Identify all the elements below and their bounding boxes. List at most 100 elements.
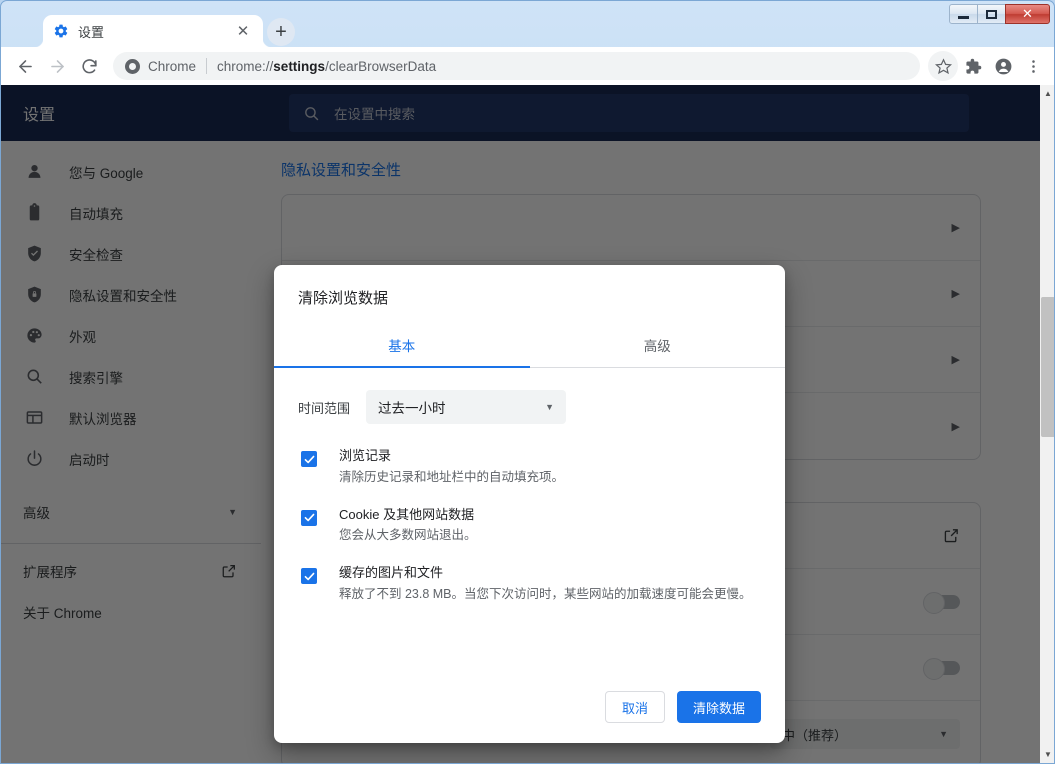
sidebar-item-safety-check[interactable]: 安全检查 xyxy=(1,233,261,274)
table-row[interactable]: ▶ xyxy=(282,195,980,261)
shield-lock-icon xyxy=(23,284,45,306)
profile-avatar-icon xyxy=(994,57,1013,76)
dialog-footer: 取消 清除数据 xyxy=(274,691,785,743)
profile-button[interactable] xyxy=(988,51,1018,81)
sidebar-item-on-startup[interactable]: 启动时 xyxy=(1,438,261,479)
more-menu-button[interactable] xyxy=(1018,51,1048,81)
active-tab-indicator xyxy=(274,366,530,368)
chevron-down-icon: ▼ xyxy=(545,402,554,412)
sidebar-item-label: 扩展程序 xyxy=(23,561,221,581)
page-title: 设置 xyxy=(1,101,261,125)
sidebar-item-about-chrome[interactable]: 关于 Chrome xyxy=(1,591,261,632)
chevron-right-icon: ▶ xyxy=(952,287,960,300)
settings-sidebar: 您与 Google 自动填充 安全检查 隐私设置和安全性 xyxy=(1,141,261,763)
checkbox-cookies[interactable]: Cookie 及其他网站数据 您会从大多数网站退出。 xyxy=(298,505,761,546)
extensions-button[interactable] xyxy=(958,51,988,81)
power-icon xyxy=(23,448,45,470)
sidebar-item-autofill[interactable]: 自动填充 xyxy=(1,192,261,233)
window-controls: ✕ xyxy=(950,3,1050,25)
chevron-down-icon: ▼ xyxy=(228,507,237,517)
search-input[interactable]: 在设置中搜索 xyxy=(334,103,415,123)
sidebar-item-label: 外观 xyxy=(69,326,96,346)
bookmark-star-button[interactable] xyxy=(928,51,958,81)
sidebar-item-label: 安全检查 xyxy=(69,244,123,264)
scroll-up-button[interactable]: ▲ xyxy=(1040,85,1055,102)
sidebar-item-label: 搜索引擎 xyxy=(69,367,123,387)
back-button[interactable] xyxy=(9,50,41,82)
checkbox-sublabel: 清除历史记录和地址栏中的自动填充项。 xyxy=(339,467,564,487)
new-tab-button[interactable]: + xyxy=(267,18,295,46)
sidebar-item-privacy-security[interactable]: 隐私设置和安全性 xyxy=(1,274,261,315)
chevron-right-icon: ▶ xyxy=(952,353,960,366)
checkbox-browsing-history[interactable]: 浏览记录 清除历史记录和地址栏中的自动填充项。 xyxy=(298,446,761,487)
chevron-down-icon: ▼ xyxy=(939,729,948,739)
chevron-right-icon: ▶ xyxy=(952,221,960,234)
star-icon xyxy=(935,58,952,75)
scroll-down-button[interactable]: ▼ xyxy=(1040,746,1055,763)
reload-button[interactable] xyxy=(73,50,105,82)
maximize-button[interactable] xyxy=(977,4,1006,24)
sidebar-item-label: 关于 Chrome xyxy=(23,602,237,622)
clear-browsing-data-dialog: 清除浏览数据 基本 高级 时间范围 过去一小时 ▼ xyxy=(274,265,785,743)
close-window-button[interactable]: ✕ xyxy=(1005,4,1050,24)
cancel-button[interactable]: 取消 xyxy=(605,691,665,723)
minimize-button[interactable] xyxy=(949,4,978,24)
url-bold-part: settings xyxy=(273,59,325,74)
toggle-switch[interactable] xyxy=(926,595,960,609)
external-link-icon[interactable] xyxy=(943,527,960,544)
checkbox-cached-files[interactable]: 缓存的图片和文件 释放了不到 23.8 MB。当您下次访问时，某些网站的加载速度… xyxy=(298,563,761,604)
browser-window-icon xyxy=(23,407,45,429)
sidebar-item-you-and-google[interactable]: 您与 Google xyxy=(1,151,261,192)
scrollbar-thumb[interactable] xyxy=(1041,297,1055,437)
sidebar-item-label: 默认浏览器 xyxy=(69,408,137,428)
checkbox-label: Cookie 及其他网站数据 xyxy=(339,505,477,525)
sidebar-item-search-engine[interactable]: 搜索引擎 xyxy=(1,356,261,397)
checkbox-checked-icon[interactable] xyxy=(301,510,317,526)
chrome-badge: Chrome xyxy=(125,59,196,74)
font-size-select[interactable]: 中（推荐） ▼ xyxy=(770,719,960,749)
dialog-title: 清除浏览数据 xyxy=(274,265,785,322)
sidebar-item-advanced[interactable]: 高级 ▼ xyxy=(1,489,261,535)
tab-basic[interactable]: 基本 xyxy=(274,322,530,368)
sidebar-item-default-browser[interactable]: 默认浏览器 xyxy=(1,397,261,438)
shield-check-icon xyxy=(23,243,45,265)
arrow-left-icon xyxy=(16,57,35,76)
tab-advanced[interactable]: 高级 xyxy=(530,322,786,368)
settings-page: 设置 在设置中搜索 您与 Google xyxy=(1,85,1055,763)
more-menu-icon xyxy=(1025,58,1042,75)
tab-settings[interactable]: 设置 ✕ xyxy=(43,15,263,47)
checkbox-sublabel: 释放了不到 23.8 MB。当您下次访问时，某些网站的加载速度可能会更慢。 xyxy=(339,584,752,604)
settings-header: 设置 在设置中搜索 xyxy=(1,85,1040,141)
palette-icon xyxy=(23,325,45,347)
sidebar-item-label: 启动时 xyxy=(69,449,110,469)
search-icon xyxy=(23,366,45,388)
time-range-value: 过去一小时 xyxy=(378,397,446,417)
checkbox-checked-icon[interactable] xyxy=(301,568,317,584)
tab-label: 高级 xyxy=(644,335,671,355)
dialog-body: 时间范围 过去一小时 ▼ 浏览记录 清除历史记录和地址栏中的自动填充项。 xyxy=(274,368,785,691)
close-icon: ✕ xyxy=(1022,6,1033,22)
vertical-scrollbar[interactable]: ▲ ▼ xyxy=(1040,85,1055,763)
url-suffix: /clearBrowserData xyxy=(325,59,436,74)
time-range-select[interactable]: 过去一小时 ▼ xyxy=(366,390,566,424)
settings-search-box[interactable]: 在设置中搜索 xyxy=(289,94,969,132)
browser-toolbar: Chrome chrome://settings/clearBrowserDat… xyxy=(1,47,1055,85)
forward-button[interactable] xyxy=(41,50,73,82)
sidebar-item-extensions[interactable]: 扩展程序 xyxy=(1,550,261,591)
chrome-logo-icon xyxy=(125,59,140,74)
external-link-icon xyxy=(221,563,237,579)
sidebar-item-appearance[interactable]: 外观 xyxy=(1,315,261,356)
sidebar-item-label: 自动填充 xyxy=(69,203,123,223)
close-icon[interactable]: ✕ xyxy=(233,21,253,41)
clear-data-button[interactable]: 清除数据 xyxy=(677,691,761,723)
checkbox-label: 缓存的图片和文件 xyxy=(339,563,752,583)
url-prefix: chrome:// xyxy=(217,59,273,74)
tab-label: 基本 xyxy=(388,335,415,355)
clipboard-icon xyxy=(23,202,45,224)
sidebar-item-label: 您与 Google xyxy=(69,162,143,182)
address-bar[interactable]: Chrome chrome://settings/clearBrowserDat… xyxy=(113,52,920,80)
tab-title: 设置 xyxy=(78,22,233,41)
time-range-row: 时间范围 过去一小时 ▼ xyxy=(298,390,761,424)
toggle-switch[interactable] xyxy=(926,661,960,675)
checkbox-checked-icon[interactable] xyxy=(301,451,317,467)
